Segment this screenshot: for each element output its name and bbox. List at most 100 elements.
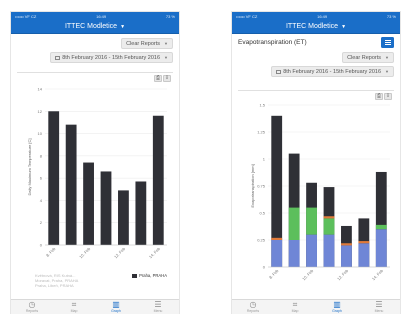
tab-reports[interactable]: ◷ Reports xyxy=(243,300,263,314)
caret-down-icon: ▼ xyxy=(385,55,389,60)
bar-segment xyxy=(323,218,335,235)
y-tick-label: 1.25 xyxy=(257,130,266,135)
chart-icon: ▥ xyxy=(333,300,341,309)
bar xyxy=(118,190,129,245)
bar-segment xyxy=(271,240,283,267)
y-tick-label: 0.25 xyxy=(257,238,266,243)
tab-graph[interactable]: ▥ Graph xyxy=(327,300,347,314)
temperature-chart-svg: 0 2 4 6 8 10 12 14 Daily Maximum Temperature [C]… xyxy=(27,87,167,260)
chevron-down-icon[interactable]: ▼ xyxy=(120,24,125,30)
date-range-label: 8th February 2016 - 15th February 2016 xyxy=(62,54,161,61)
x-tick-label: 10. Feb xyxy=(301,268,315,282)
clock-icon: ◷ xyxy=(28,300,36,309)
y-tick-label: 0 xyxy=(263,265,266,270)
clear-reports-button[interactable]: Clear Reports ▼ xyxy=(121,38,173,49)
y-tick-label: 0.5 xyxy=(259,211,265,216)
time-text: 16:49 xyxy=(317,13,328,19)
y-tick-label: 12 xyxy=(38,109,43,114)
status-bar: •••oo VF CZ 16:49 73 % xyxy=(11,12,179,20)
battery-text: 73 % xyxy=(386,13,396,19)
clear-reports-label: Clear Reports xyxy=(126,40,161,47)
bar-segment xyxy=(341,243,352,246)
legend-faded: Květnová, RIS Kutná... Moravat, Praha, P… xyxy=(35,273,78,288)
tab-label: Menu xyxy=(153,309,163,313)
bar-segment xyxy=(271,237,283,240)
y-tick-label: 1 xyxy=(263,157,266,162)
battery-text: 73 % xyxy=(165,13,175,19)
bar-segment xyxy=(375,229,387,267)
et-chart: ⎙ ⇩ 0 0.25 0.5 0.75 1 1.25 1.5 Evapotranspirati… xyxy=(238,90,394,303)
bar-segment xyxy=(323,216,335,219)
legend-faded-item[interactable]: Praha, Libeň, PRAHA xyxy=(35,283,78,288)
bar-segment xyxy=(323,234,335,267)
tab-label: Menu xyxy=(374,309,384,313)
chevron-down-icon[interactable]: ▼ xyxy=(341,24,346,30)
clear-reports-button[interactable]: Clear Reports ▼ xyxy=(342,52,394,63)
map-icon: ⌗ xyxy=(292,300,298,309)
tab-map[interactable]: ⌗ Map xyxy=(285,300,305,314)
time-text: 16:49 xyxy=(96,13,107,19)
temperature-chart: ⎙ ⇩ 0 2 4 6 8 10 12 14 Daily Maximum Temperature… xyxy=(17,72,173,301)
x-tick-label: 8. Feb xyxy=(45,246,57,258)
bar-segment xyxy=(288,207,300,240)
legend-swatch xyxy=(132,273,138,278)
y-axis-label: Evapotranspiration [mm] xyxy=(250,164,255,207)
y-tick-label: 4 xyxy=(40,198,43,203)
app-header[interactable]: ITTEC Modletice ▼ xyxy=(11,20,179,34)
tab-menu[interactable]: ☰ Menu xyxy=(148,300,168,314)
bar xyxy=(65,124,77,245)
x-tick-label: 8. Feb xyxy=(268,268,280,280)
chart-icon: ▥ xyxy=(112,300,120,309)
bar-segment xyxy=(358,241,370,244)
bar xyxy=(100,171,112,245)
y-tick-label: 0 xyxy=(40,243,43,248)
date-range-button[interactable]: 8th February 2016 - 15th February 2016 ▼ xyxy=(50,52,173,63)
caret-down-icon: ▼ xyxy=(164,55,168,60)
hamburger-menu-button[interactable] xyxy=(381,36,394,48)
clear-reports-label: Clear Reports xyxy=(347,54,382,61)
tab-reports[interactable]: ◷ Reports xyxy=(22,300,42,314)
x-tick-label: 10. Feb xyxy=(78,246,92,260)
caret-down-icon: ▼ xyxy=(385,69,389,74)
bar-segment xyxy=(341,245,352,267)
tab-graph[interactable]: ▥ Graph xyxy=(106,300,126,314)
bar xyxy=(83,162,94,245)
print-icon[interactable]: ⎙ xyxy=(154,75,162,82)
menu-icon: ☰ xyxy=(375,300,383,309)
tab-label: Map xyxy=(291,309,299,313)
y-tick-label: 10 xyxy=(38,131,43,136)
tab-label: Graph xyxy=(332,309,342,313)
clock-icon: ◷ xyxy=(249,300,257,309)
caret-down-icon: ▼ xyxy=(164,41,168,46)
bar xyxy=(152,115,164,245)
y-tick-label: 14 xyxy=(38,87,43,92)
screen-title-row: Evapotranspiration (ET) xyxy=(232,34,400,50)
app-header[interactable]: ITTEC Modletice ▼ xyxy=(232,20,400,34)
right-phone-screen: •••oo VF CZ 16:49 73 % ITTEC Modletice ▼… xyxy=(232,12,400,314)
carrier-text: •••oo VF CZ xyxy=(15,13,37,19)
carrier-text: •••oo VF CZ xyxy=(236,13,258,19)
download-icon[interactable]: ⇩ xyxy=(163,75,171,82)
legend-main-item[interactable]: Praha, PRAHA xyxy=(132,273,167,278)
tab-menu[interactable]: ☰ Menu xyxy=(369,300,389,314)
tab-bar: ◷ Reports ⌗ Map ▥ Graph ☰ Menu xyxy=(11,299,179,314)
date-range-button[interactable]: 8th February 2016 - 15th February 2016 ▼ xyxy=(271,66,394,77)
bar-segment xyxy=(306,234,317,267)
menu-icon: ☰ xyxy=(154,300,162,309)
bar-segment xyxy=(358,243,370,267)
calendar-icon xyxy=(55,55,61,60)
tab-map[interactable]: ⌗ Map xyxy=(64,301,84,314)
print-icon[interactable]: ⎙ xyxy=(375,93,383,100)
bar xyxy=(135,181,147,245)
y-tick-label: 2 xyxy=(40,220,43,225)
tab-label: Graph xyxy=(111,309,121,313)
download-icon[interactable]: ⇩ xyxy=(384,93,392,100)
bar-segment xyxy=(375,224,387,230)
y-tick-label: 0.75 xyxy=(257,184,266,189)
y-axis-label: Daily Maximum Temperature [C] xyxy=(27,138,32,195)
tab-label: Reports xyxy=(25,309,39,313)
x-tick-label: 14. Feb xyxy=(148,246,162,260)
date-range-label: 8th February 2016 - 15th February 2016 xyxy=(283,68,382,75)
bar xyxy=(48,111,60,246)
x-tick-label: 12. Feb xyxy=(113,246,127,260)
